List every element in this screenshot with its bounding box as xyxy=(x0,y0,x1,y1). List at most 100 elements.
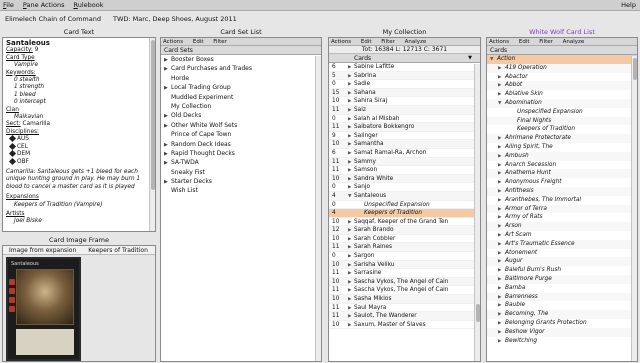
ww-list-row[interactable]: ▼ Action xyxy=(487,55,637,64)
set-list-item[interactable]: Prince of Cape Town xyxy=(161,130,321,139)
collection-menu-filter[interactable]: Filter xyxy=(381,39,395,45)
card-count[interactable]: 11 xyxy=(332,166,348,175)
collection-row[interactable]: 11 ▶ Sammy xyxy=(329,157,480,167)
ww-list-title[interactable]: White Wolf Card List xyxy=(486,28,638,37)
card-count[interactable]: 11 xyxy=(332,106,348,115)
collection-row[interactable]: 0 ▶ Sanjo xyxy=(329,183,480,192)
collection-row[interactable]: 10 ▶ Saxum, Master of Slaves xyxy=(329,321,480,330)
card-count[interactable]: 10 xyxy=(332,321,348,330)
set-list-item[interactable]: ▶ Booster Boxes xyxy=(161,55,321,64)
card-count[interactable]: 10 xyxy=(332,295,348,304)
ww-list-row[interactable]: ▶ Atonement xyxy=(487,249,637,258)
ww-list-row[interactable]: ▶ Baleful Bum's Rush xyxy=(487,266,637,275)
menu-pane-actions[interactable]: Pane Actions xyxy=(23,1,65,9)
card-count[interactable]: 11 xyxy=(332,286,348,295)
image-source-expansion[interactable]: Keepers of Tradition xyxy=(82,246,154,254)
set-list-item[interactable]: My Collection xyxy=(161,102,321,111)
card-count[interactable]: 10 xyxy=(332,278,348,287)
collection-row[interactable]: 11 ▶ Sarrasine xyxy=(329,269,480,278)
card-count[interactable]: 11 xyxy=(332,304,348,313)
expander-icon[interactable]: ▼ xyxy=(498,100,505,109)
card-count[interactable]: 11 xyxy=(332,158,348,167)
ww-list-row[interactable]: ▶ Belonging Grants Protection xyxy=(487,319,637,328)
ww-list-column-header[interactable]: Cards xyxy=(487,46,637,55)
collection-row[interactable]: 11 ▶ Saulot, The Wanderer xyxy=(329,312,480,321)
collection-row[interactable]: 0 ▶ Sargon xyxy=(329,252,480,261)
collection-row[interactable]: 10 ▶ Sarah Cobbler xyxy=(329,235,480,244)
ww-list-row[interactable]: ▶ Arson xyxy=(487,222,637,231)
card-count[interactable]: 0 xyxy=(332,201,348,210)
menu-file[interactable]: File xyxy=(3,1,14,9)
scroll-thumb[interactable] xyxy=(476,304,480,322)
ww-list-row[interactable]: ▶ Becoming, The xyxy=(487,310,637,319)
card-count[interactable]: 10 xyxy=(332,97,348,106)
ww-list-row[interactable]: ▶ Bewitching xyxy=(487,337,637,346)
collection-row[interactable]: 11 ▶ Salbatore Bokkengro xyxy=(329,123,480,132)
set-list-menu-filter[interactable]: Filter xyxy=(213,39,227,45)
ww-list-row[interactable]: ▶ Ahrimane Protectorate xyxy=(487,134,637,143)
expander-icon[interactable]: ▼ xyxy=(490,56,497,65)
set-list-item[interactable]: ▶ Rapid Thought Decks xyxy=(161,149,321,158)
collection-row[interactable]: 11 ▶ Saiz xyxy=(329,105,480,115)
collection-row[interactable]: 10 ▶ Sascha Vykos, The Angel of Cain xyxy=(329,277,480,287)
ww-list-scrollbar[interactable] xyxy=(631,56,637,361)
card-text-panel[interactable]: Santaleous Capacity: 9 Card Type Vampire… xyxy=(2,37,156,232)
ww-list-row[interactable]: ▶ Augur xyxy=(487,257,637,267)
set-list-item[interactable]: Horde xyxy=(161,74,321,83)
set-list-item[interactable]: Wish List xyxy=(161,186,321,195)
collection-row[interactable]: 10 ▶ Samantha xyxy=(329,140,480,149)
ww-list-row[interactable]: ▶ Armor of Terra xyxy=(487,204,637,214)
set-list-item[interactable]: ▶ Local Trading Group xyxy=(161,83,321,92)
ww-list-row[interactable]: ▶ Army of Rats xyxy=(487,213,637,222)
collection-row[interactable]: 11 ▶ Samson xyxy=(329,166,480,175)
collection-row[interactable]: 6 ▶ Sabine Lafitte xyxy=(329,63,480,72)
card-count[interactable]: 10 xyxy=(332,235,348,244)
collection-row[interactable]: 10 ▶ Sasha Miklos xyxy=(329,295,480,304)
ww-list-row[interactable]: ▶ Ambush xyxy=(487,151,637,161)
card-count[interactable]: 5 xyxy=(332,72,348,81)
card-count[interactable]: 12 xyxy=(332,226,348,235)
collection-row[interactable]: 10 ▶ Sarisha Veliku xyxy=(329,260,480,270)
card-count[interactable]: 0 xyxy=(332,80,348,89)
collection-row[interactable]: 11 ▶ Saul Mayra xyxy=(329,304,480,313)
ww-list-row[interactable]: ▶ Abactor xyxy=(487,73,637,82)
ww-list-row[interactable]: ▶ Anarch Secession xyxy=(487,161,637,170)
ww-list-row[interactable]: ▶ Abbot xyxy=(487,81,637,91)
card-count[interactable]: 4 xyxy=(332,209,348,218)
ww-list-row[interactable]: ▶ Ailing Spirit, The xyxy=(487,143,637,152)
collection-row[interactable]: 0 Unspecified Expansion xyxy=(329,201,480,210)
set-list-scrollbar[interactable] xyxy=(315,56,321,361)
card-count[interactable]: 10 xyxy=(332,175,348,184)
collection-row[interactable]: 10 ▶ Saqqaf, Keeper of the Grand Ten xyxy=(329,218,480,227)
ww-list-row[interactable]: ▶ Baltimore Purge xyxy=(487,274,637,284)
collection-row[interactable]: 6 ▶ Samat Ramal-Ra, Archon xyxy=(329,149,480,158)
collection-row[interactable]: 11 ▶ Sarah Raines xyxy=(329,243,480,253)
card-count[interactable]: 9 xyxy=(332,132,348,141)
ww-menu-analyze[interactable]: Analyze xyxy=(563,39,585,45)
ww-list-row[interactable]: Unspecified Expansion xyxy=(487,108,637,117)
ww-list-row[interactable]: ▶ Art's Traumatic Essence xyxy=(487,239,637,249)
collection-row[interactable]: 15 ▶ Sahana xyxy=(329,88,480,98)
ww-list-row[interactable]: ▶ Bauble xyxy=(487,301,637,310)
set-list-menu-actions[interactable]: Actions xyxy=(163,39,183,45)
set-list-item[interactable]: ▶ Card Purchases and Trades xyxy=(161,64,321,73)
ww-menu-actions[interactable]: Actions xyxy=(489,39,509,45)
ww-list-row[interactable]: ▶ Ablative Skin xyxy=(487,90,637,99)
scroll-thumb[interactable] xyxy=(633,58,637,80)
set-list-column-header[interactable]: Card Sets xyxy=(161,46,321,55)
menu-help[interactable]: Help xyxy=(621,1,636,9)
card-text-scrollbar[interactable] xyxy=(149,38,155,231)
set-list-item[interactable]: Muddled Experiment xyxy=(161,93,321,102)
card-count[interactable]: 10 xyxy=(332,261,348,270)
ww-menu-filter[interactable]: Filter xyxy=(539,39,553,45)
set-list-item[interactable]: ▶ Old Decks xyxy=(161,111,321,120)
scroll-thumb[interactable] xyxy=(151,40,155,190)
card-count[interactable]: 15 xyxy=(332,89,348,98)
ww-menu-edit[interactable]: Edit xyxy=(519,39,530,45)
set-list-item[interactable]: ▶ SA-TWDA xyxy=(161,158,321,167)
collection-row[interactable]: 4 ▼ Santaleous xyxy=(329,191,480,201)
card-count[interactable]: 0 xyxy=(332,115,348,124)
ww-list-row[interactable]: ▶ 419 Operation xyxy=(487,63,637,73)
collection-menu-analyze[interactable]: Analyze xyxy=(405,39,427,45)
card-count[interactable]: 0 xyxy=(332,183,348,192)
